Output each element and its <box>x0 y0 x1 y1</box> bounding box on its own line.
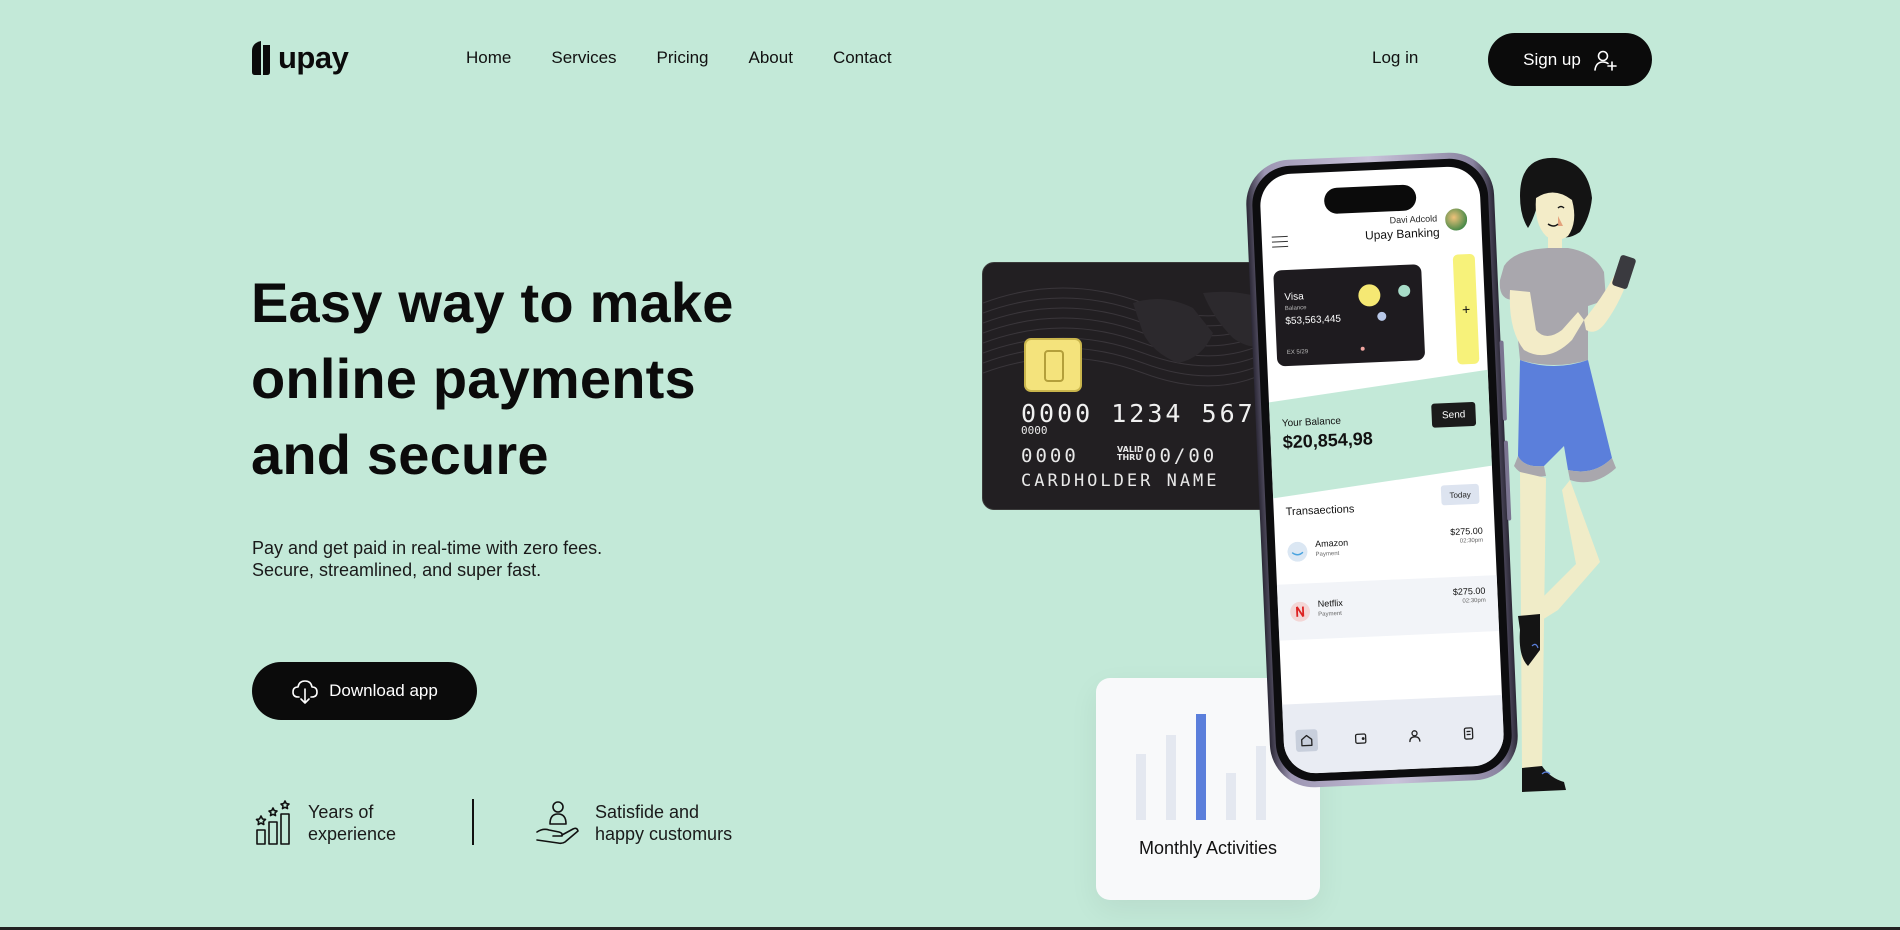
hero-subtitle: Pay and get paid in real-time with zero … <box>252 537 772 581</box>
dynamic-island <box>1323 184 1417 215</box>
transaction-time: 02:30pm <box>1459 537 1484 545</box>
app-title: Upay Banking <box>1364 225 1440 243</box>
card-decoration <box>1357 283 1381 307</box>
avatar[interactable] <box>1442 205 1470 234</box>
activity-bar <box>1226 773 1236 820</box>
stat-experience: Years of experience <box>254 800 396 846</box>
transaction-amount: $275.00 <box>1450 525 1483 538</box>
phone-screen: Davi Adcold Upay Banking Visa Balance $5… <box>1259 165 1505 775</box>
brand-logo[interactable]: upay <box>252 40 349 76</box>
card-thru-label: THRU <box>1117 453 1142 462</box>
stat-customers-text: Satisfide and happy customurs <box>595 801 732 845</box>
wallet-icon <box>1354 733 1367 744</box>
transaction-name: Netflix <box>1317 597 1343 609</box>
activity-bar <box>1136 754 1146 820</box>
transaction-name: Amazon <box>1314 537 1349 549</box>
nav-services[interactable]: Services <box>551 48 616 68</box>
activity-bar <box>1256 746 1266 820</box>
stats-divider <box>472 799 474 845</box>
transaction-row[interactable]: Netflix Payment $275.00 02:30pm <box>1276 575 1500 641</box>
balance-value: $20,854,98 <box>1282 428 1374 453</box>
logo-mark-icon <box>252 41 270 75</box>
card-icon <box>1463 727 1474 740</box>
date-filter-button[interactable]: Today <box>1440 483 1480 506</box>
netflix-logo-icon <box>1290 601 1311 622</box>
visa-expiry: EX 5/29 <box>1286 349 1309 357</box>
nav-home[interactable]: Home <box>466 48 511 68</box>
transaction-type: Payment <box>1315 550 1340 558</box>
activity-bar <box>1196 714 1206 820</box>
hero-title: Easy way to make online payments and sec… <box>251 265 811 493</box>
brand-name: upay <box>278 40 349 75</box>
growth-chart-icon <box>255 800 290 845</box>
card-chip <box>1024 338 1082 392</box>
add-card-button[interactable]: + <box>1452 253 1480 365</box>
hero-subtitle-line-1: Pay and get paid in real-time with zero … <box>252 538 603 558</box>
card-decoration <box>1397 284 1411 298</box>
card-decoration <box>1377 311 1387 322</box>
card-valid-thru: VALID THRU <box>1117 446 1144 462</box>
activity-bar-chart <box>1136 714 1266 820</box>
nav-contact[interactable]: Contact <box>833 48 892 68</box>
visa-card[interactable]: Visa Balance $53,563,445 EX 5/29 <box>1273 264 1426 367</box>
stat-customers: Satisfide and happy customurs <box>535 800 732 846</box>
visa-balance: $53,563,445 <box>1285 313 1342 328</box>
card-small-number: 0000 <box>1021 424 1048 437</box>
tab-home[interactable] <box>1295 729 1319 753</box>
transactions-label: Transaections <box>1285 503 1355 519</box>
menu-icon[interactable] <box>1271 235 1289 248</box>
hero-title-line-1: Easy way to make <box>251 271 734 334</box>
visa-title: Visa <box>1284 291 1304 304</box>
stat-customers-line-2: happy customurs <box>595 824 733 844</box>
transaction-type: Payment <box>1318 610 1343 618</box>
signup-label: Sign up <box>1523 49 1581 69</box>
card-secondary-number: 0000 <box>1021 445 1079 467</box>
amazon-logo-icon <box>1287 541 1308 562</box>
nav-about[interactable]: About <box>749 48 793 68</box>
login-link[interactable]: Log in <box>1372 48 1418 68</box>
activity-bar <box>1166 735 1176 820</box>
download-app-button[interactable]: Download app <box>252 662 477 720</box>
stat-experience-line-1: Years of <box>308 802 374 822</box>
add-user-icon <box>1594 50 1617 71</box>
send-button[interactable]: Send <box>1431 401 1477 428</box>
transaction-row[interactable]: Amazon Payment $275.00 02:30pm <box>1274 515 1496 581</box>
visa-balance-label: Balance <box>1284 305 1307 313</box>
hero-title-line-2: online payments <box>251 347 696 410</box>
hero-subtitle-line-2: Secure, streamlined, and super fast. <box>252 560 542 580</box>
stat-customers-line-1: Satisfide and <box>595 802 700 822</box>
phone-mockup: Davi Adcold Upay Banking Visa Balance $5… <box>1244 150 1520 790</box>
landing-page: upay Home Services Pricing About Contact… <box>0 0 1900 930</box>
stat-experience-text: Years of experience <box>308 801 396 845</box>
tab-card[interactable] <box>1457 722 1480 745</box>
signup-button[interactable]: Sign up <box>1488 33 1652 86</box>
transaction-time: 02:30pm <box>1462 597 1486 605</box>
stat-experience-line-2: experience <box>308 824 397 844</box>
tab-profile[interactable] <box>1403 724 1426 747</box>
tab-wallet[interactable] <box>1349 727 1372 750</box>
transaction-amount: $275.00 <box>1452 585 1486 598</box>
card-holder: CARDHOLDER NAME <box>1021 471 1220 491</box>
card-expiry: 00/00 <box>1145 445 1218 467</box>
credit-card: 0000 1234 5678 0000 0000 VALID THRU 00/0… <box>982 262 1282 510</box>
app-user-name: Davi Adcold <box>1389 213 1438 226</box>
woman-illustration <box>1499 157 1636 792</box>
nav-pricing[interactable]: Pricing <box>657 48 709 68</box>
activity-label: Monthly Activities <box>1138 838 1278 858</box>
card-number: 0000 1234 5678 <box>1021 399 1274 428</box>
cloud-download-icon <box>292 680 318 704</box>
card-decoration <box>1360 346 1365 351</box>
hero-title-line-3: and secure <box>251 423 549 486</box>
hand-user-icon <box>536 801 579 845</box>
home-icon <box>1301 734 1313 747</box>
app-tab-bar <box>1282 694 1505 775</box>
main-nav: Home Services Pricing About Contact <box>466 48 892 68</box>
download-app-label: Download app <box>329 681 438 700</box>
profile-icon <box>1409 730 1421 743</box>
